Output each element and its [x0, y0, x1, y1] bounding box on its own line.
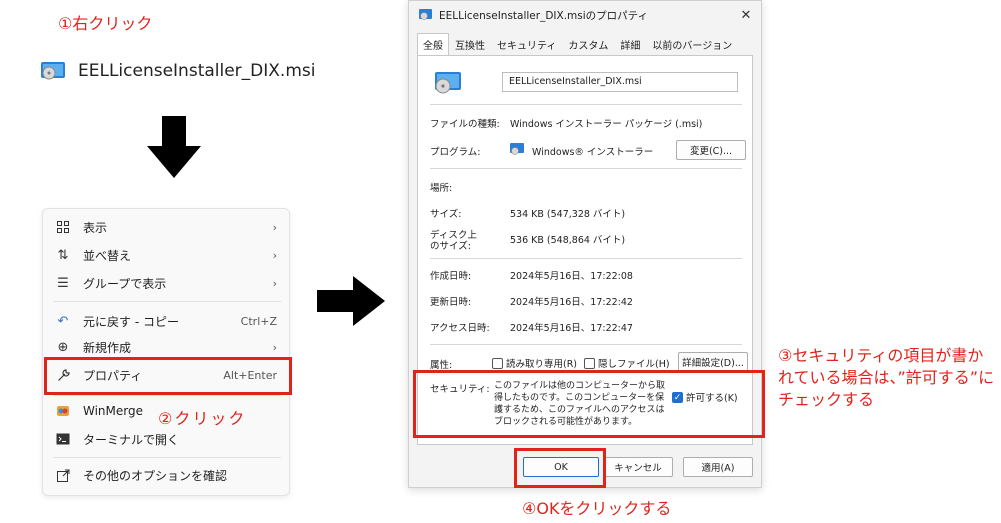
right-arrow-icon	[317, 276, 385, 326]
chevron-right-icon: ›	[272, 276, 277, 290]
advanced-button[interactable]: 詳細設定(D)...	[678, 352, 748, 372]
divider	[430, 258, 742, 259]
tab-custom[interactable]: カスタム	[562, 33, 614, 55]
more-options-icon	[55, 467, 71, 483]
security-highlight-box	[413, 370, 765, 438]
change-button[interactable]: 変更(C)...	[676, 140, 746, 160]
modified-value: 2024年5月16日、17:22:42	[510, 297, 633, 308]
down-arrow-icon	[147, 116, 201, 178]
accessed-label: アクセス日時:	[430, 323, 490, 334]
tab-compatibility[interactable]: 互換性	[449, 33, 491, 55]
msi-file[interactable]: EELLicenseInstaller_DIX.msi	[40, 60, 315, 82]
title-bar: EELLicenseInstaller_DIX.msiのプロパティ ✕	[409, 1, 761, 29]
menu-item-sort[interactable]: ⇅ 並べ替え ›	[43, 241, 291, 269]
msi-file-icon	[435, 72, 461, 94]
type-label: ファイルの種類:	[430, 119, 500, 130]
menu-item-terminal[interactable]: ターミナルで開く	[43, 425, 291, 453]
context-menu: 表示 › ⇅ 並べ替え › ☰ グループで表示 › ↶ 元に戻す - コピー C…	[42, 208, 290, 496]
tab-details[interactable]: 詳細	[614, 33, 646, 55]
menu-item-label: 表示	[83, 220, 108, 235]
tab-strip: 全般 互換性 セキュリティ カスタム 詳細 以前のバージョン	[417, 33, 738, 55]
created-value: 2024年5月16日、17:22:08	[510, 271, 633, 282]
hidden-label: 隠しファイル(H)	[598, 359, 670, 370]
disk-size-label-2: のサイズ:	[430, 241, 471, 252]
winmerge-icon	[55, 403, 71, 419]
menu-item-label: 元に戻す - コピー	[83, 314, 179, 329]
menu-separator	[53, 395, 281, 396]
terminal-icon	[55, 431, 71, 447]
group-icon: ☰	[57, 275, 69, 291]
tab-security[interactable]: セキュリティ	[491, 33, 562, 55]
divider	[430, 344, 742, 345]
checkbox-box[interactable]	[584, 357, 595, 369]
tab-general[interactable]: 全般	[417, 33, 449, 55]
shortcut-label: Ctrl+Z	[240, 314, 277, 328]
readonly-checkbox[interactable]: 読み取り専用(R)	[492, 356, 577, 370]
step1-annotation: ①右クリック	[58, 14, 153, 33]
readonly-label: 読み取り専用(R)	[506, 359, 578, 370]
menu-item-group-by[interactable]: ☰ グループで表示 ›	[43, 269, 291, 297]
menu-item-label: ターミナルで開く	[83, 432, 180, 447]
chevron-right-icon: ›	[272, 340, 277, 354]
menu-item-label: グループで表示	[83, 276, 167, 291]
type-value: Windows インストーラー パッケージ (.msi)	[510, 119, 703, 130]
program-label: プログラム:	[430, 147, 481, 158]
undo-icon: ↶	[57, 313, 69, 329]
step4-annotation: ④OKをクリックする	[522, 499, 672, 518]
properties-highlight-box	[44, 357, 292, 395]
disk-size-value: 536 KB (548,864 バイト)	[510, 235, 626, 246]
menu-item-undo[interactable]: ↶ 元に戻す - コピー Ctrl+Z	[43, 307, 291, 335]
menu-separator	[53, 301, 281, 302]
dialog-title: EELLicenseInstaller_DIX.msiのプロパティ	[439, 9, 649, 22]
menu-separator	[53, 457, 281, 458]
attributes-label: 属性:	[430, 360, 453, 371]
menu-item-label: 新規作成	[83, 340, 132, 355]
ok-highlight-box	[514, 448, 606, 488]
size-label: サイズ:	[430, 209, 462, 220]
close-icon[interactable]: ✕	[731, 8, 761, 23]
menu-item-label: その他のオプションを確認	[83, 468, 228, 483]
msi-file-icon	[419, 9, 432, 20]
created-label: 作成日時:	[430, 271, 472, 282]
file-name: EELLicenseInstaller_DIX.msi	[78, 61, 316, 81]
program-value: Windows® インストーラー	[532, 147, 654, 158]
chevron-right-icon: ›	[272, 220, 277, 234]
menu-item-more-options[interactable]: その他のオプションを確認	[43, 461, 291, 489]
menu-item-label: 並べ替え	[83, 248, 132, 263]
divider	[430, 104, 742, 105]
tab-previous-versions[interactable]: 以前のバージョン	[646, 33, 738, 55]
cancel-button[interactable]: キャンセル	[603, 457, 673, 477]
apply-button[interactable]: 適用(A)	[683, 457, 753, 477]
msi-file-icon	[510, 143, 524, 155]
chevron-right-icon: ›	[272, 248, 277, 262]
step3-annotation: ③セキュリティの項目が書かれている場合は、”許可する”にチェックする	[778, 346, 995, 409]
sort-icon: ⇅	[57, 247, 69, 263]
filename-field[interactable]: EELLicenseInstaller_DIX.msi	[502, 72, 738, 92]
accessed-value: 2024年5月16日、17:22:47	[510, 323, 633, 334]
msi-file-icon	[41, 62, 65, 80]
grid-view-icon	[55, 219, 71, 235]
step2-annotation: ②クリック	[158, 409, 247, 428]
size-value: 534 KB (547,328 バイト)	[510, 209, 626, 220]
modified-label: 更新日時:	[430, 297, 472, 308]
checkbox-box[interactable]	[492, 357, 503, 369]
divider	[430, 168, 742, 169]
location-label: 場所:	[430, 183, 453, 194]
menu-item-view[interactable]: 表示 ›	[43, 213, 291, 241]
plus-circle-icon: ⊕	[57, 339, 69, 355]
hidden-checkbox[interactable]: 隠しファイル(H)	[584, 356, 670, 370]
